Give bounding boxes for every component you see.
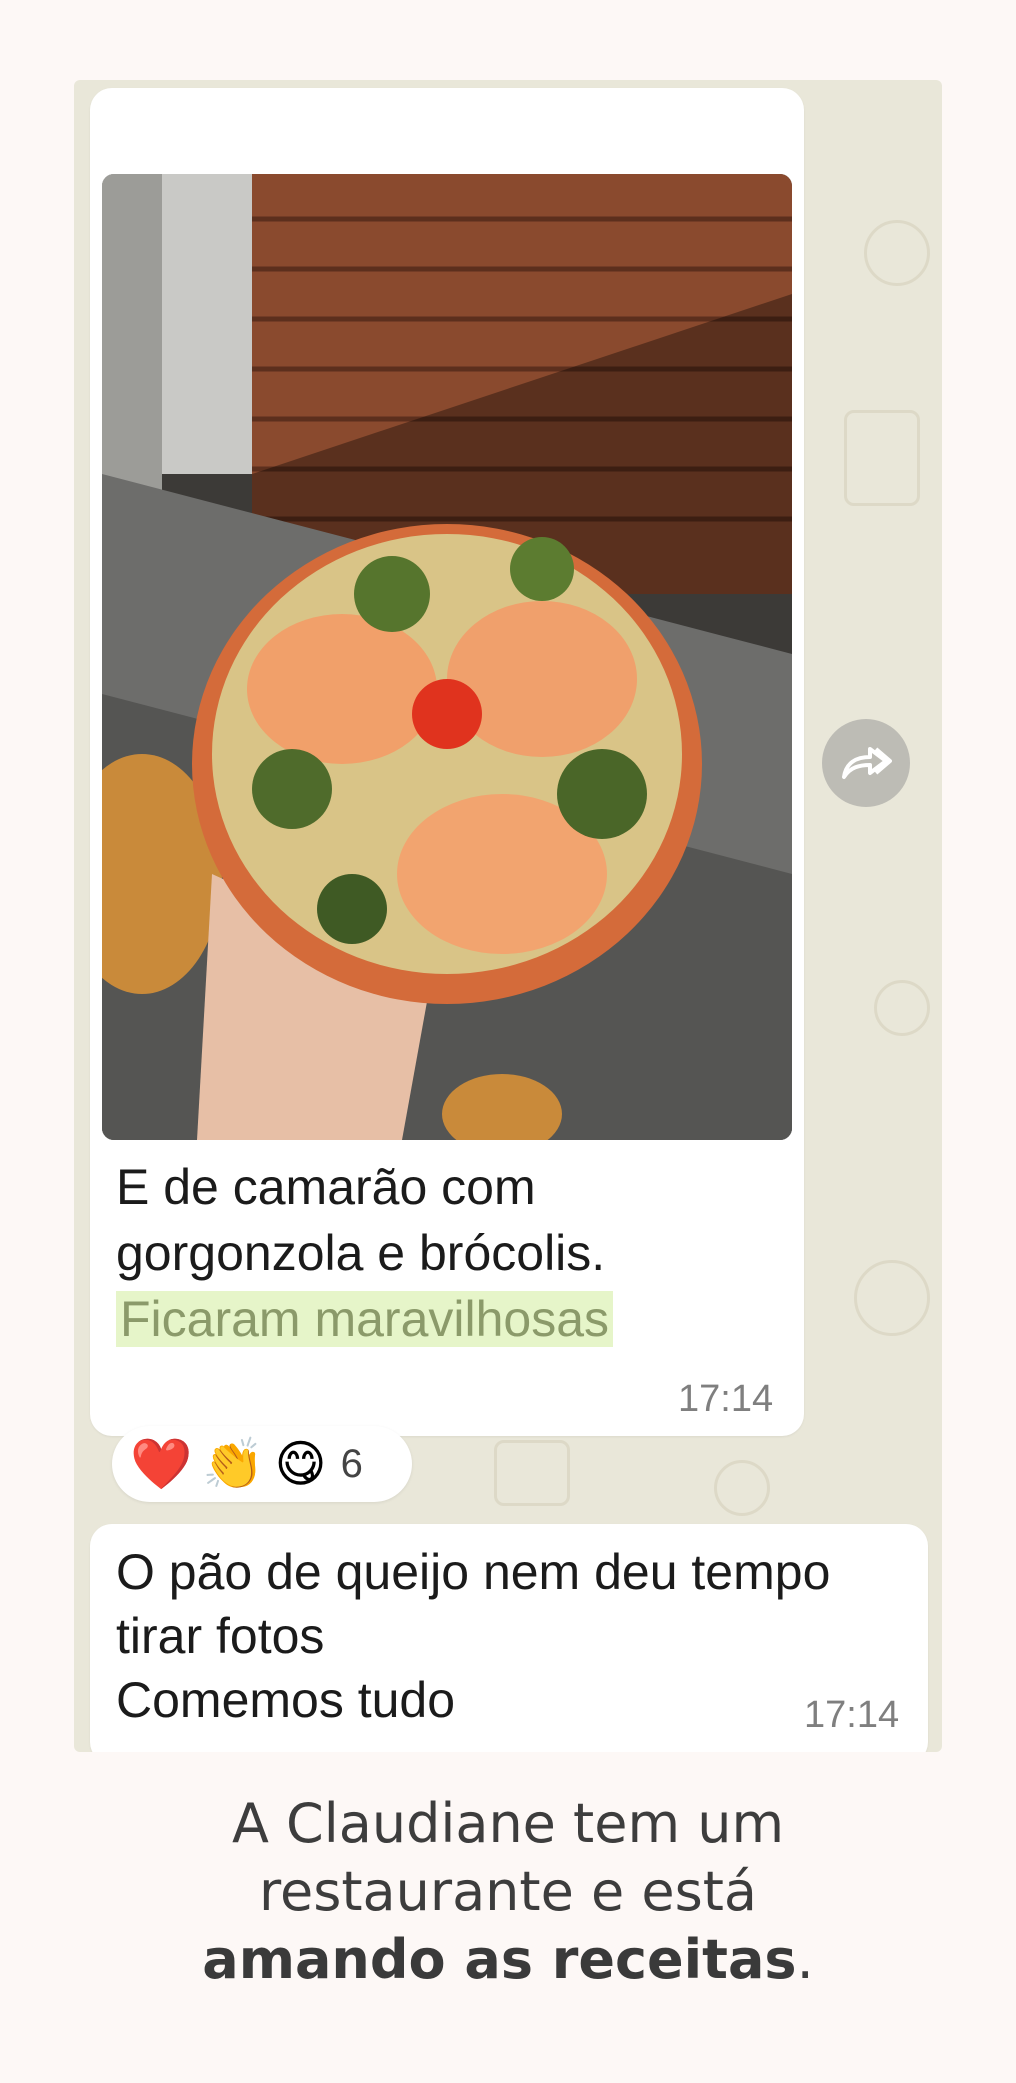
caption-highlight: Ficaram maravilhosas [116,1291,614,1347]
message-line: O pão de queijo nem deu tempo [116,1544,831,1600]
wallpaper-doodle [874,980,930,1036]
chat-screenshot: E de camarão com gorgonzola e brócolis. … [74,80,942,1752]
testimonial-caption: A Claudiane tem um restaurante e está am… [0,1790,1016,1994]
caption-line: gorgonzola e brócolis. [116,1225,606,1281]
heart-reaction-emoji: ❤️ [130,1436,193,1492]
caption-punctuation: . [796,1928,814,1991]
wallpaper-doodle [844,410,920,506]
photo-message-bubble[interactable]: E de camarão com gorgonzola e brócolis. … [90,88,804,1436]
caption-line: amando as receitas. [0,1926,1016,1994]
wallpaper-doodle [494,1440,570,1506]
message-photo[interactable] [102,174,792,1140]
wallpaper-doodle [864,220,930,286]
wallpaper-doodle [854,1260,930,1336]
message-timestamp: 17:14 [804,1694,900,1736]
wallpaper-doodle [714,1460,770,1516]
message-line: Comemos tudo [116,1672,456,1728]
message-text: O pão de queijo nem deu tempo tirar foto… [116,1540,896,1732]
caption-line: E de camarão com [116,1159,536,1215]
text-message-bubble[interactable]: O pão de queijo nem deu tempo tirar foto… [90,1524,928,1752]
message-line: tirar fotos [116,1608,325,1664]
caption-line: A Claudiane tem um [231,1792,785,1855]
message-timestamp: 17:14 [678,1378,774,1420]
reaction-count: 6 [340,1441,363,1486]
pizza-photo-illustration [102,174,792,1140]
photo-caption: E de camarão com gorgonzola e brócolis. … [116,1154,776,1352]
forward-icon [842,747,892,779]
caption-bold: amando as receitas [202,1928,797,1991]
yum-reaction-emoji: 😋 [274,1436,327,1492]
caption-line: restaurante e está [259,1860,757,1923]
forward-button[interactable] [822,719,910,807]
clapping-reaction-emoji: 👏 [202,1436,265,1492]
testimonial-card: E de camarão com gorgonzola e brócolis. … [0,0,1016,2083]
reactions-pill[interactable]: ❤️ 👏 😋 6 [112,1426,412,1502]
